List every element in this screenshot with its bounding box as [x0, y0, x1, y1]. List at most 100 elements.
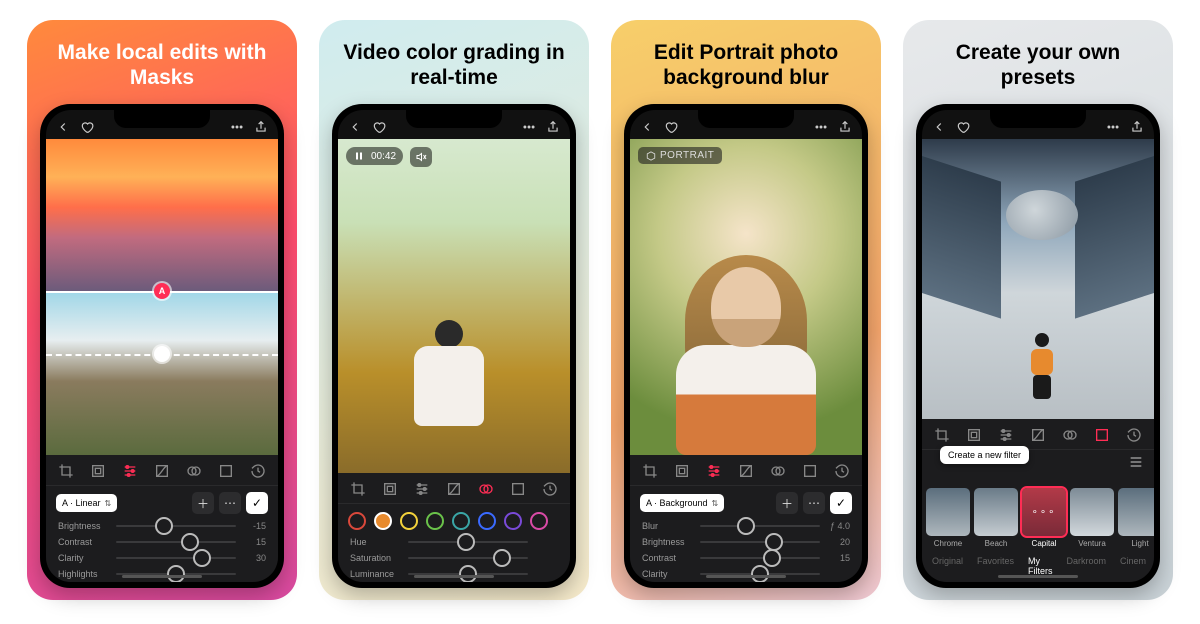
- frame-icon[interactable]: [382, 481, 398, 497]
- slider-row-highlights[interactable]: Highlights: [46, 566, 278, 582]
- filter-item[interactable]: Beach: [974, 488, 1018, 548]
- mask-more-button[interactable]: ⋯: [219, 492, 241, 514]
- slider-row-saturation[interactable]: Saturation: [338, 550, 570, 566]
- filter-item[interactable]: Chrome: [926, 488, 970, 548]
- list-icon[interactable]: [1128, 454, 1144, 470]
- slider-row-contrast[interactable]: Contrast 15: [46, 534, 278, 550]
- slider-track[interactable]: [700, 541, 820, 543]
- crop-icon[interactable]: [58, 463, 74, 479]
- filter-category[interactable]: Favorites: [977, 556, 1014, 576]
- hue-swatch[interactable]: [530, 512, 548, 530]
- crop-icon[interactable]: [350, 481, 366, 497]
- slider-thumb[interactable]: [751, 565, 769, 582]
- slider-row-blur[interactable]: Blur ƒ 4.0: [630, 518, 862, 534]
- hue-swatch[interactable]: [452, 512, 470, 530]
- more-icon[interactable]: [814, 120, 828, 134]
- back-icon[interactable]: [640, 120, 654, 134]
- watermark-icon[interactable]: [218, 463, 234, 479]
- mask-selector[interactable]: A · Background⇅: [640, 494, 724, 512]
- slider-row-brightness[interactable]: Brightness 20: [630, 534, 862, 550]
- crop-icon[interactable]: [934, 427, 950, 443]
- filter-item[interactable]: Ventura: [1070, 488, 1114, 548]
- hue-swatch[interactable]: [348, 512, 366, 530]
- slider-track[interactable]: [116, 557, 236, 559]
- filters-icon[interactable]: [1094, 427, 1110, 443]
- slider-row-luminance[interactable]: Luminance: [338, 566, 570, 582]
- history-icon[interactable]: [834, 463, 850, 479]
- curves-icon[interactable]: [1030, 427, 1046, 443]
- color-icon[interactable]: [770, 463, 786, 479]
- back-icon[interactable]: [932, 120, 946, 134]
- slider-track[interactable]: [116, 573, 236, 575]
- slider-thumb[interactable]: [763, 549, 781, 567]
- more-icon[interactable]: [230, 120, 244, 134]
- slider-thumb[interactable]: [155, 517, 173, 535]
- frame-icon[interactable]: [90, 463, 106, 479]
- mask-selector[interactable]: A · Linear⇅: [56, 494, 117, 512]
- filter-strip[interactable]: Chrome Beach ∘∘∘ Capital Ventura Light: [922, 470, 1154, 552]
- frame-icon[interactable]: [674, 463, 690, 479]
- share-icon[interactable]: [254, 120, 268, 134]
- filter-category[interactable]: Darkroom: [1067, 556, 1107, 576]
- curves-icon[interactable]: [154, 463, 170, 479]
- curves-icon[interactable]: [738, 463, 754, 479]
- history-icon[interactable]: [1126, 427, 1142, 443]
- watermark-icon[interactable]: [510, 481, 526, 497]
- mask-confirm-button[interactable]: ✓: [246, 492, 268, 514]
- adjust-icon[interactable]: [414, 481, 430, 497]
- filter-category[interactable]: Cinem: [1120, 556, 1146, 576]
- slider-track[interactable]: [408, 573, 528, 575]
- slider-thumb[interactable]: [737, 517, 755, 535]
- mute-button[interactable]: [410, 147, 432, 167]
- slider-track[interactable]: [408, 541, 528, 543]
- adjust-icon[interactable]: [122, 463, 138, 479]
- slider-row-brightness[interactable]: Brightness -15: [46, 518, 278, 534]
- hue-swatch[interactable]: [400, 512, 418, 530]
- color-icon[interactable]: [186, 463, 202, 479]
- slider-thumb[interactable]: [193, 549, 211, 567]
- more-icon[interactable]: [522, 120, 536, 134]
- slider-thumb[interactable]: [493, 549, 511, 567]
- color-icon[interactable]: [1062, 427, 1078, 443]
- share-icon[interactable]: [838, 120, 852, 134]
- heart-icon[interactable]: [664, 120, 678, 134]
- filter-item[interactable]: ∘∘∘ Capital: [1022, 488, 1066, 548]
- adjust-icon[interactable]: [998, 427, 1014, 443]
- frame-icon[interactable]: [966, 427, 982, 443]
- share-icon[interactable]: [546, 120, 560, 134]
- video-time-chip[interactable]: 00:42: [346, 147, 403, 165]
- slider-track[interactable]: [700, 525, 820, 527]
- curves-icon[interactable]: [446, 481, 462, 497]
- slider-row-hue[interactable]: Hue: [338, 534, 570, 550]
- hue-swatch[interactable]: [478, 512, 496, 530]
- add-mask-button[interactable]: ＋: [776, 492, 798, 514]
- watermark-icon[interactable]: [802, 463, 818, 479]
- slider-track[interactable]: [408, 557, 528, 559]
- heart-icon[interactable]: [80, 120, 94, 134]
- back-icon[interactable]: [348, 120, 362, 134]
- canvas[interactable]: A: [46, 139, 278, 455]
- filter-category[interactable]: My Filters: [1028, 556, 1053, 576]
- color-icon[interactable]: [478, 481, 494, 497]
- heart-icon[interactable]: [372, 120, 386, 134]
- filter-item[interactable]: Light: [1118, 488, 1154, 548]
- slider-thumb[interactable]: [181, 533, 199, 551]
- hue-swatch[interactable]: [374, 512, 392, 530]
- history-icon[interactable]: [542, 481, 558, 497]
- slider-thumb[interactable]: [459, 565, 477, 582]
- crop-icon[interactable]: [642, 463, 658, 479]
- slider-track[interactable]: [116, 541, 236, 543]
- slider-row-contrast[interactable]: Contrast 15: [630, 550, 862, 566]
- slider-row-clarity[interactable]: Clarity: [630, 566, 862, 582]
- slider-thumb[interactable]: [457, 533, 475, 551]
- add-mask-button[interactable]: ＋: [192, 492, 214, 514]
- filter-category[interactable]: Original: [932, 556, 963, 576]
- heart-icon[interactable]: [956, 120, 970, 134]
- canvas[interactable]: 00:42: [338, 139, 570, 473]
- slider-track[interactable]: [700, 557, 820, 559]
- mask-handle-b[interactable]: [154, 346, 170, 362]
- hue-swatch[interactable]: [504, 512, 522, 530]
- mask-handle-a[interactable]: A: [154, 283, 170, 299]
- share-icon[interactable]: [1130, 120, 1144, 134]
- slider-track[interactable]: [116, 525, 236, 527]
